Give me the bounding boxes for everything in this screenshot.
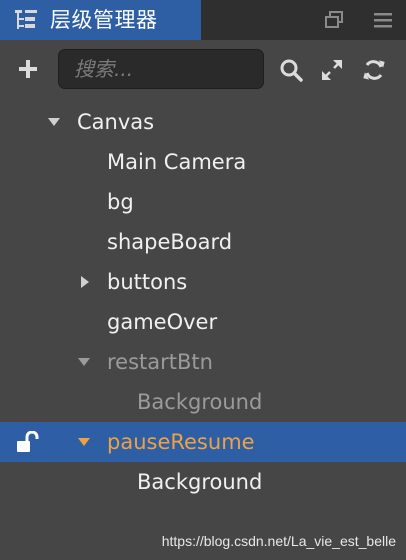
tree-node-restart-background[interactable]: Background — [0, 382, 406, 422]
tree-node-restartbtn[interactable]: restartBtn — [0, 342, 406, 382]
tree-node-shapeboard[interactable]: shapeBoard — [0, 222, 406, 262]
tree-node-gameover[interactable]: gameOver — [0, 302, 406, 342]
hierarchy-icon — [15, 10, 37, 29]
node-label: buttons — [107, 270, 188, 294]
panel-title: 层级管理器 — [50, 8, 158, 32]
hierarchy-panel: 层级管理器 搜索... Canvas Main Camera bg shapeB… — [0, 0, 406, 560]
add-icon[interactable] — [17, 58, 39, 80]
node-label: bg — [107, 190, 134, 214]
hierarchy-tab[interactable]: 层级管理器 — [0, 0, 201, 40]
node-label: pauseResume — [107, 430, 255, 454]
node-label: gameOver — [107, 310, 218, 334]
search-input[interactable] — [59, 50, 263, 88]
watermark-text: https://blog.csdn.net/La_vie_est_belle — [161, 533, 396, 549]
tree-node-canvas[interactable]: Canvas — [0, 102, 406, 142]
tree-node-pause-background[interactable]: Background — [0, 462, 406, 502]
expanded-arrow-icon[interactable] — [77, 355, 91, 369]
panel-titlebar: 层级管理器 — [0, 0, 406, 40]
tree-node-buttons[interactable]: buttons — [0, 262, 406, 302]
expanded-arrow-icon[interactable] — [47, 115, 61, 129]
expand-icon[interactable] — [320, 58, 344, 82]
unlock-icon[interactable] — [16, 431, 40, 453]
node-label: shapeBoard — [107, 230, 233, 254]
node-label: Background — [137, 390, 263, 414]
search-icon[interactable] — [279, 58, 303, 82]
collapsed-arrow-icon[interactable] — [78, 275, 92, 289]
expanded-arrow-icon[interactable] — [77, 435, 91, 449]
search-box — [58, 49, 264, 89]
restore-window-icon[interactable] — [324, 10, 346, 30]
tree-node-pauseresume[interactable]: pauseResume — [0, 422, 406, 462]
node-label: restartBtn — [107, 350, 213, 374]
refresh-icon[interactable] — [362, 58, 386, 82]
node-tree: Canvas Main Camera bg shapeBoard buttons… — [0, 102, 406, 502]
menu-icon[interactable] — [372, 10, 394, 30]
node-label: Background — [137, 470, 263, 494]
node-label: Main Camera — [107, 150, 247, 174]
hierarchy-toolbar — [0, 40, 406, 98]
tree-node-bg[interactable]: bg — [0, 182, 406, 222]
node-label: Canvas — [77, 110, 155, 134]
tree-node-main-camera[interactable]: Main Camera — [0, 142, 406, 182]
